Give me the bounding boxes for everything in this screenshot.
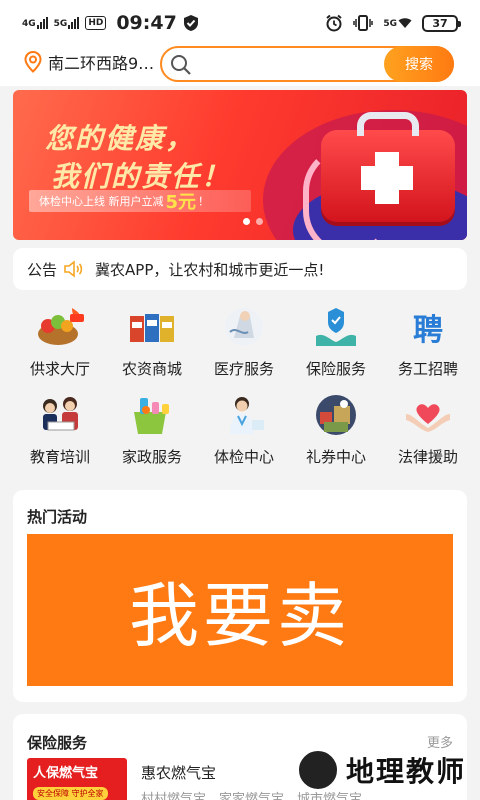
category-label: 体检中心: [213, 448, 274, 466]
status-bar: 4G 5G HD 09:47 5G 37: [0, 0, 480, 46]
search-box: 搜索: [160, 46, 454, 82]
category-health-check[interactable]: 体检中心: [198, 384, 290, 472]
category-label: 务工招聘: [397, 360, 458, 378]
announcement-text: 冀农APP，让农村和城市更近一点!: [95, 260, 325, 279]
battery-indicator: 37: [422, 14, 461, 32]
search-button[interactable]: 搜索: [384, 46, 454, 82]
thumb-tag: 安全保障 守护全家: [33, 787, 108, 800]
category-housekeeping[interactable]: 家政服务: [106, 384, 198, 472]
location-selector[interactable]: 南二环西路9…: [24, 50, 154, 74]
insurance-item-name[interactable]: 惠农燃气宝: [141, 762, 216, 783]
wifi-5g: 5G: [383, 17, 412, 29]
location-pin-icon: [24, 51, 42, 73]
network-4g-label: 4G: [22, 19, 36, 29]
category-grid: 供求大厅 农资商城 医疗服务 保险服务 聘 务工招聘 教育培训 家政服务 体检中…: [0, 296, 480, 474]
gift-coupon-icon: [310, 394, 362, 436]
nurse-icon: [218, 394, 270, 436]
promo-banner[interactable]: 您的健康， 我们的责任！ 体检中心上线 新用户立减 5元！: [13, 90, 467, 240]
cleaning-bucket-icon: [126, 394, 178, 436]
globe-logo-icon: [296, 748, 340, 792]
watermark-text: 地理教师: [346, 755, 467, 788]
shield-check-icon: [183, 15, 198, 31]
wifi-5g-label: 5G: [383, 19, 397, 29]
carousel-dots: [243, 218, 263, 225]
insurance-hands-icon: [310, 306, 362, 348]
hd-badge: HD: [85, 16, 107, 30]
banner-headline: 您的健康， 我们的责任！: [45, 120, 231, 196]
hot-activities-section: 热门活动 我要卖: [13, 490, 467, 702]
network-5g-label: 5G: [53, 19, 68, 29]
announcement-label: 公告: [27, 260, 58, 279]
signal-4g: 4G: [22, 17, 48, 29]
category-coupon-center[interactable]: 礼券中心: [290, 384, 382, 472]
category-label: 礼券中心: [305, 448, 366, 466]
carousel-dot[interactable]: [243, 218, 250, 225]
thumb-title: 人保燃气宝: [33, 766, 99, 781]
education-kids-icon: [34, 394, 86, 436]
category-label: 农资商城: [121, 360, 182, 378]
vibrate-icon: [353, 15, 374, 31]
category-medical[interactable]: 医疗服务: [198, 296, 290, 384]
fertilizer-bags-icon: [126, 306, 178, 348]
search-input[interactable]: [202, 52, 382, 76]
sell-banner-button[interactable]: 我要卖: [27, 534, 453, 686]
banner-line-1: 您的健康，: [45, 122, 196, 155]
category-legal-aid[interactable]: 法律援助: [382, 384, 474, 472]
carousel-dot[interactable]: [256, 218, 263, 225]
section-title: 热门活动: [27, 508, 88, 526]
category-label: 家政服务: [121, 448, 182, 466]
search-icon: [171, 55, 191, 75]
recruit-glyph: 聘: [413, 313, 443, 348]
category-label: 供求大厅: [29, 360, 90, 378]
recruit-icon: 聘: [402, 306, 454, 348]
wifi-icon: [398, 18, 412, 28]
announcement-bar[interactable]: 公告 冀农APP，让农村和城市更近一点!: [13, 248, 467, 290]
clock: 09:47: [116, 12, 177, 34]
category-label: 教育培训: [29, 448, 90, 466]
search-header: 南二环西路9… 搜索: [0, 46, 480, 86]
category-label: 法律援助: [397, 448, 458, 466]
produce-basket-icon: [34, 306, 86, 348]
section-title: 保险服务: [27, 734, 88, 752]
watermark: 地理教师: [296, 748, 466, 792]
category-supply-demand[interactable]: 供求大厅: [14, 296, 106, 384]
promo-suffix: ！: [198, 195, 210, 208]
alarm-clock-icon: [326, 14, 342, 32]
category-agri-mall[interactable]: 农资商城: [106, 296, 198, 384]
category-recruit[interactable]: 聘 务工招聘: [382, 296, 474, 384]
signal-5g: 5G: [54, 17, 80, 29]
insurance-thumbnail[interactable]: 人保燃气宝 安全保障 守护全家: [27, 758, 127, 800]
category-education[interactable]: 教育培训: [14, 384, 106, 472]
promo-text: 体检中心上线 新用户立减: [39, 195, 164, 208]
location-label: 南二环西路9…: [48, 54, 155, 73]
category-label: 保险服务: [305, 360, 366, 378]
heart-hands-icon: [402, 394, 454, 436]
banner-promo-tag: 体检中心上线 新用户立减 5元！: [29, 190, 251, 213]
category-label: 医疗服务: [213, 360, 274, 378]
promo-amount: 5元: [165, 192, 197, 213]
category-insurance[interactable]: 保险服务: [290, 296, 382, 384]
medical-kit-icon: [321, 112, 455, 222]
medical-service-icon: [218, 306, 270, 348]
speaker-icon: [64, 260, 83, 278]
